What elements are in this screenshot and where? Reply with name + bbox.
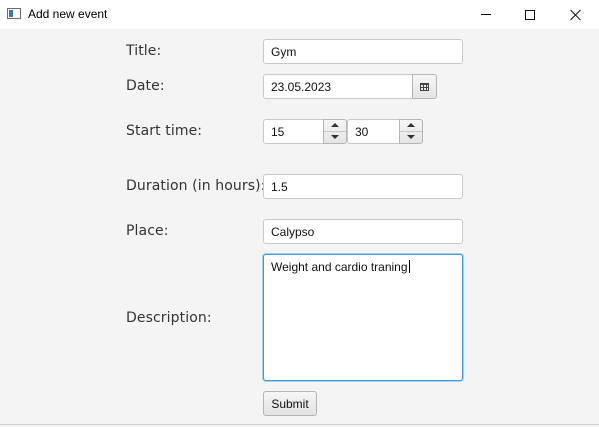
maximize-icon [525,9,535,20]
hour-decrement-button[interactable] [324,132,346,144]
chevron-down-icon [331,135,339,140]
submit-button[interactable]: Submit [263,391,317,416]
place-label: Place: [126,223,169,239]
description-textarea[interactable]: Weight and cardio traning [263,254,463,381]
window-titlebar: Add new event [0,0,599,29]
chevron-up-icon [407,123,415,128]
close-icon [570,9,582,21]
close-button[interactable] [553,0,599,29]
date-label: Date: [126,78,165,94]
hour-spinner-input[interactable]: 15 [263,119,324,144]
chevron-down-icon [407,135,415,140]
description-label: Description: [126,310,212,326]
calendar-icon [420,82,429,91]
text-caret [408,260,410,273]
date-picker-button[interactable] [412,74,437,99]
minute-increment-button[interactable] [400,120,422,132]
start-time-label: Start time: [126,123,203,139]
duration-label: Duration (in hours): [126,178,266,194]
place-input[interactable]: Calypso [263,219,463,244]
date-input[interactable]: 23.05.2023 [263,74,413,99]
app-icon [7,8,21,19]
title-input[interactable]: Gym [263,39,463,64]
maximize-button[interactable] [507,0,553,29]
duration-input[interactable]: 1.5 [263,174,463,199]
hour-increment-button[interactable] [324,120,346,132]
minute-spinner-input[interactable]: 30 [347,119,400,144]
minimize-button[interactable] [463,0,509,29]
minimize-icon [481,14,491,15]
title-label: Title: [126,43,162,59]
window-title: Add new event [28,7,108,21]
hour-spinner-buttons [323,119,347,144]
chevron-up-icon [331,123,339,128]
description-text: Weight and cardio traning [271,260,408,274]
minute-spinner-buttons [399,119,423,144]
minute-decrement-button[interactable] [400,132,422,144]
